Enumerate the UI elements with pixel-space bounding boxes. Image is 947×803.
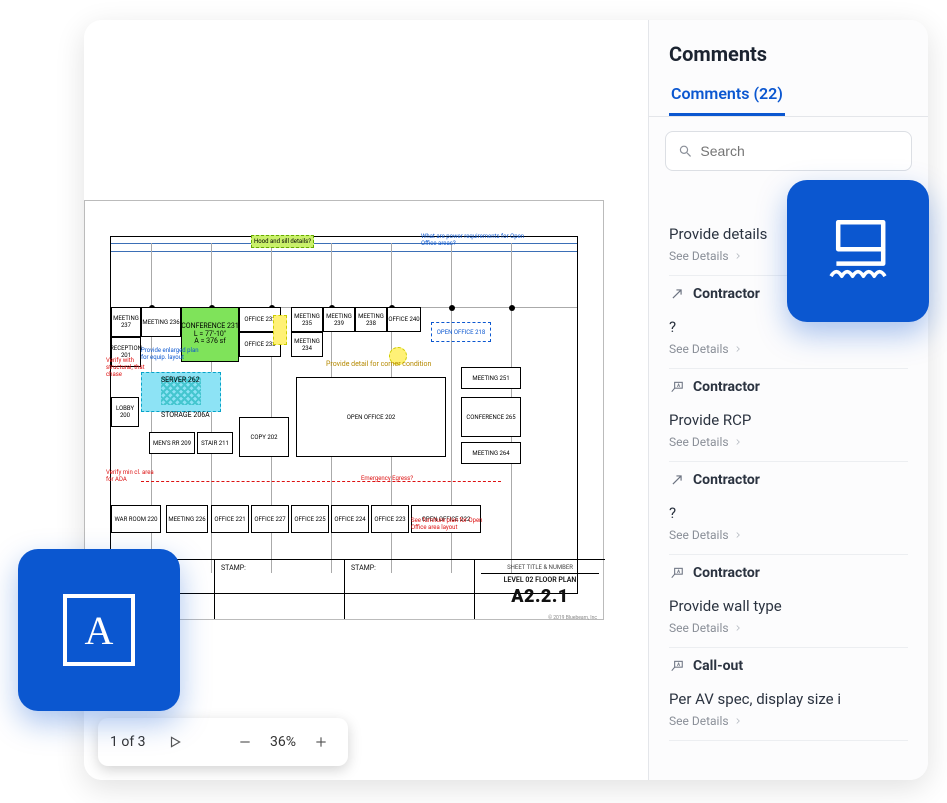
room-meeting237: MEETING 237 [111, 307, 141, 337]
note-structural: Verify with structural, that chase [106, 357, 146, 378]
zoom-level: 36% [270, 734, 296, 750]
see-details-link[interactable]: See Details [669, 435, 908, 462]
callout-icon: A [670, 566, 684, 580]
see-details-link[interactable]: See Details [669, 621, 908, 648]
comment-item[interactable]: Provide RCP See Details [649, 401, 928, 462]
room-openoffice202: OPEN OFFICE 202 [296, 377, 446, 457]
minus-icon [238, 735, 252, 749]
chevron-right-icon [733, 344, 743, 354]
zoom-out-button[interactable] [230, 727, 260, 757]
note-furniture: See furniture plan for Open Office area … [411, 517, 491, 531]
chevron-right-icon [733, 716, 743, 726]
conf-area-label: CONFERENCE 231 L = 77'-10" A = 376 sf [181, 323, 239, 346]
comment-author-row[interactable]: Contractor [649, 462, 928, 494]
comment-author-row[interactable]: A Call-out [649, 648, 928, 680]
room-meeting239: MEETING 239 [323, 307, 355, 332]
room-stair: STAIR 211 [197, 432, 233, 454]
search-icon [678, 143, 692, 159]
comment-title: Per AV spec, display size i [669, 690, 908, 708]
stamp-label-2: STAMP: [351, 564, 468, 572]
comment-author: Contractor [693, 472, 760, 488]
letter-a-icon: A [63, 594, 135, 666]
room-office224: OFFICE 224 [331, 505, 369, 533]
room-mensrr: MEN'S RR 209 [149, 432, 195, 454]
room-meeting251: MEETING 251 [461, 367, 521, 389]
see-details-link[interactable]: See Details [669, 342, 908, 369]
room-copy: COPY 202 [239, 417, 289, 457]
viewer-toolbar: 1 of 3 36% [98, 718, 348, 766]
note-corner: Provide detail for corner condition [326, 361, 386, 369]
comment-item[interactable]: Provide wall type See Details [649, 587, 928, 648]
product-badge-text: A [18, 549, 180, 711]
plan-name: LEVEL 02 FLOOR PLAN [504, 576, 577, 584]
room-meeting238: MEETING 238 [355, 307, 387, 332]
plus-icon [314, 735, 328, 749]
room-meeting226: MEETING 226 [166, 505, 208, 533]
tab-comments[interactable]: Comments (22) [669, 78, 785, 116]
chevron-right-icon [733, 530, 743, 540]
callout-icon: A [670, 380, 684, 394]
stamp-label: STAMP: [221, 564, 338, 572]
comment-author: Call-out [693, 658, 743, 674]
comment-author: Contractor [693, 379, 760, 395]
comments-search[interactable] [665, 131, 912, 171]
room-meeting264: MEETING 264 [461, 442, 521, 464]
stamp-icon [813, 206, 903, 296]
comment-author-row[interactable]: A Contractor [649, 369, 928, 401]
chevron-right-icon [733, 623, 743, 633]
room-office227: OFFICE 227 [251, 505, 289, 533]
room-server: SERVER 262 [161, 377, 200, 385]
comment-title: Provide wall type [669, 597, 908, 615]
room-war: WAR ROOM 220 [111, 505, 161, 533]
comment-title: Provide RCP [669, 411, 908, 429]
copyright: © 2019 Bluebeam, Inc [544, 614, 601, 622]
page-indicator: 1 of 3 [110, 734, 146, 750]
comments-panel: Comments Comments (22) Provide detailsSe… [648, 20, 928, 780]
see-details-link[interactable]: See Details [669, 714, 908, 741]
comment-title: ? [669, 504, 908, 522]
room-lobby: LOBBY 200 [111, 397, 139, 427]
arrow-icon [670, 473, 684, 487]
app-card: MEETING 237 MEETING 236 CONFERENCE 231 L… [84, 20, 928, 780]
search-input[interactable] [700, 143, 899, 159]
room-office225: OFFICE 225 [291, 505, 329, 533]
room-conference265: CONFERENCE 265 [461, 397, 521, 437]
play-icon [168, 735, 182, 749]
product-badge-stamp [787, 180, 929, 322]
next-page-button[interactable] [160, 727, 190, 757]
room-storage: STORAGE 206A [161, 412, 210, 420]
see-details-link[interactable]: See Details [669, 528, 908, 555]
arrow-icon [670, 287, 684, 301]
room-meeting235: MEETING 235 [291, 307, 323, 332]
room-meeting236: MEETING 236 [141, 307, 181, 337]
chevron-right-icon [733, 251, 743, 261]
room-meeting234: MEETING 234 [291, 332, 323, 357]
comment-item[interactable]: Per AV spec, display size i See Details [649, 680, 928, 741]
highlight-door [273, 315, 287, 345]
sheet-number: A2.2.1 [511, 586, 568, 607]
note-enlarged: Provide enlarged plan for equip. layout [141, 347, 201, 361]
sheet-header: SHEET TITLE & NUMBER [481, 564, 599, 574]
chevron-right-icon [733, 437, 743, 447]
room-office221: OFFICE 221 [211, 505, 249, 533]
comment-author: Contractor [693, 286, 760, 302]
comments-title: Comments [649, 20, 928, 78]
room-office240: OFFICE 240 [387, 307, 421, 332]
room-office223: OFFICE 223 [371, 505, 409, 533]
zoom-in-button[interactable] [306, 727, 336, 757]
callout-icon: A [670, 659, 684, 673]
comment-author: Contractor [693, 565, 760, 581]
open-office-218: OPEN OFFICE 218 [431, 322, 491, 342]
note-power: What are power requirements for Open Off… [421, 233, 531, 247]
comment-author-row[interactable]: A Contractor [649, 555, 928, 587]
note-hood: Hood and sill details? [251, 235, 314, 248]
comment-item[interactable]: ? See Details [649, 494, 928, 555]
